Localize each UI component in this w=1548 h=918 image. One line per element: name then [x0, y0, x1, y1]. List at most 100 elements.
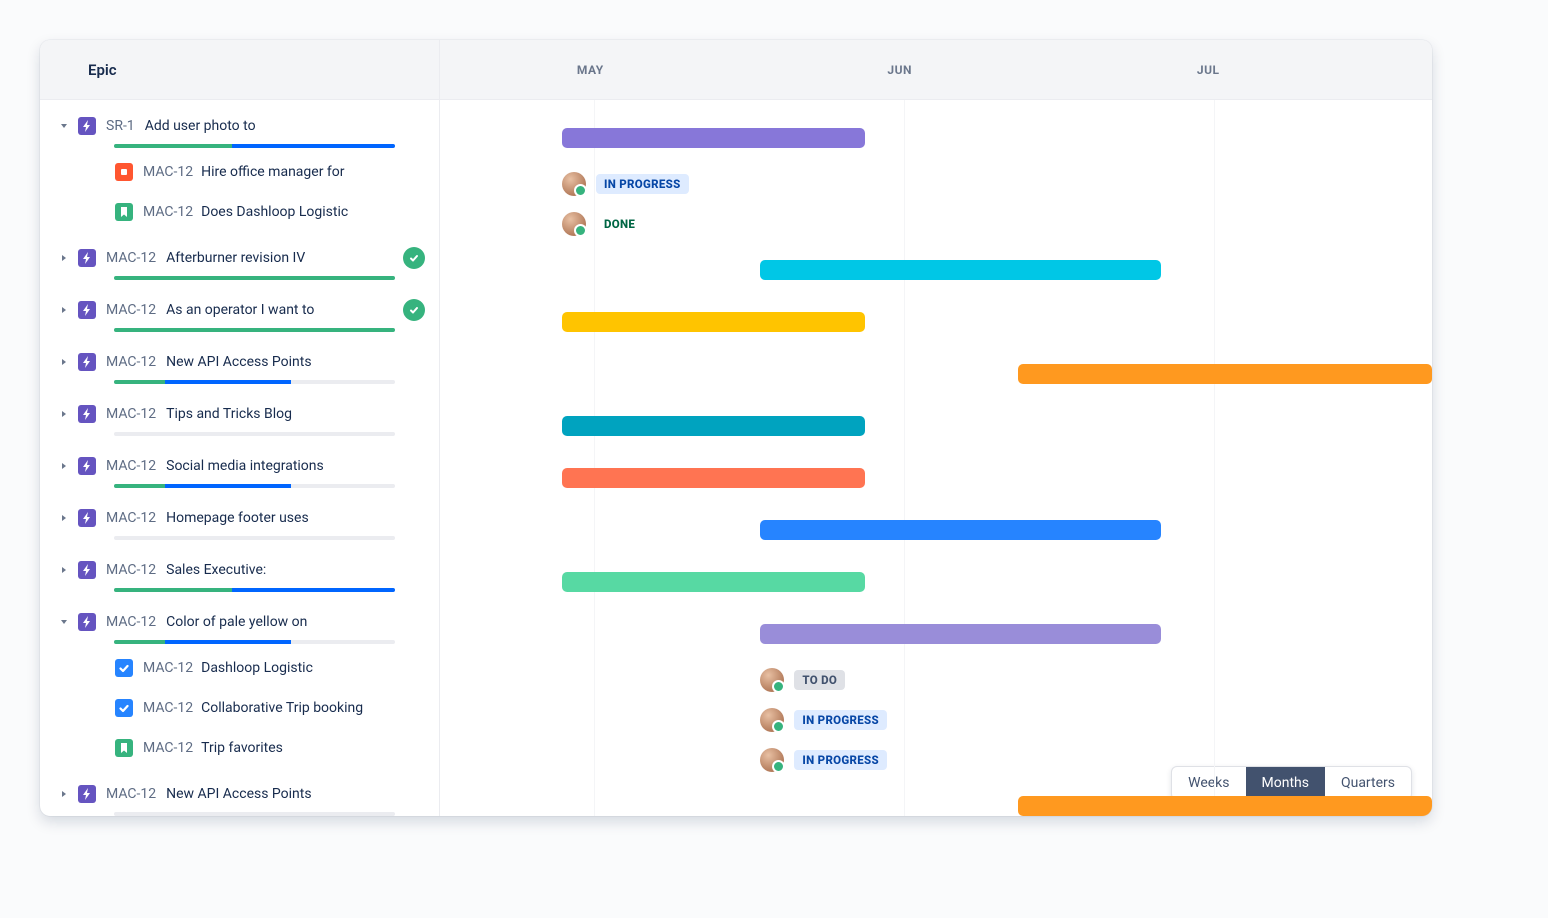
issue-key[interactable]: MAC-12	[143, 164, 193, 180]
assignee-avatar[interactable]	[562, 172, 586, 196]
epic-bar[interactable]	[760, 624, 1161, 644]
progress-bar	[114, 536, 395, 540]
status-chip[interactable]: IN PROGRESS	[596, 174, 689, 194]
issue-key[interactable]: MAC-12	[106, 354, 156, 370]
progress-bar	[114, 640, 395, 644]
epic-type-icon	[78, 353, 96, 371]
status-chip[interactable]: IN PROGRESS	[794, 710, 887, 730]
progress-bar	[114, 276, 395, 280]
assignee-avatar[interactable]	[760, 668, 784, 692]
assignee-avatar[interactable]	[562, 212, 586, 236]
child-issue-row[interactable]: MAC-12 Hire office manager for	[40, 152, 439, 192]
issue-key[interactable]: MAC-12	[106, 614, 156, 630]
issue-key[interactable]: MAC-12	[106, 302, 156, 318]
timeline-header: MAYJUNJUL	[440, 40, 1432, 100]
timeline-lane	[440, 780, 1432, 816]
month-label: JUN	[887, 40, 912, 99]
timeline-lane	[440, 244, 1432, 296]
epic-type-icon	[78, 561, 96, 579]
epic-row[interactable]: MAC-12Sales Executive:	[40, 544, 439, 596]
issue-summary: New API Access Points	[166, 786, 311, 802]
issue-key[interactable]: MAC-12	[143, 740, 193, 756]
bookmark-type-icon	[115, 739, 133, 757]
chevron-right-icon[interactable]	[54, 352, 74, 372]
issue-key[interactable]: MAC-12	[143, 700, 193, 716]
timeline-lane	[440, 556, 1432, 608]
epic-bar[interactable]	[760, 260, 1161, 280]
child-status-group: IN PROGRESS	[760, 708, 887, 732]
epic-bar[interactable]	[562, 572, 865, 592]
timeline-lane	[440, 112, 1432, 164]
child-status-group: IN PROGRESS	[760, 748, 887, 772]
epic-bar[interactable]	[562, 468, 865, 488]
issue-summary: Color of pale yellow on	[166, 614, 307, 630]
assignee-avatar[interactable]	[760, 748, 784, 772]
status-chip[interactable]: TO DO	[794, 670, 845, 690]
epic-row[interactable]: MAC-12Afterburner revision IV	[40, 232, 439, 284]
child-issue-row[interactable]: MAC-12Collaborative Trip booking	[40, 688, 439, 728]
issue-summary: As an operator I want to	[166, 302, 314, 318]
chevron-right-icon[interactable]	[54, 404, 74, 424]
child-issue-row[interactable]: MAC-12 Does Dashloop Logistic	[40, 192, 439, 232]
epic-type-icon	[78, 301, 96, 319]
issue-summary: Add user photo to	[145, 118, 256, 134]
progress-bar	[114, 380, 395, 384]
chevron-right-icon[interactable]	[54, 300, 74, 320]
timeline-lane	[440, 504, 1432, 556]
epic-row[interactable]: MAC-12 New API Access Points	[40, 768, 439, 816]
issue-key[interactable]: MAC-12	[143, 204, 193, 220]
issue-summary: Hire office manager for	[201, 164, 344, 180]
child-issue-row[interactable]: MAC-12 Dashloop Logistic	[40, 648, 439, 688]
chevron-right-icon[interactable]	[54, 456, 74, 476]
issue-key[interactable]: MAC-12	[106, 786, 156, 802]
chevron-right-icon[interactable]	[54, 248, 74, 268]
epic-type-icon	[78, 613, 96, 631]
child-issue-row[interactable]: MAC-12Trip favorites	[40, 728, 439, 768]
status-chip[interactable]: IN PROGRESS	[794, 750, 887, 770]
chevron-down-icon[interactable]	[54, 612, 74, 632]
epic-bar[interactable]	[562, 416, 865, 436]
epic-column-label: Epic	[88, 61, 117, 79]
epic-row[interactable]: SR-1 Add user photo to	[40, 100, 439, 152]
timeline-canvas[interactable]: WeeksMonthsQuarters IN PROGRESSDONETO DO…	[440, 100, 1432, 816]
issue-key[interactable]: MAC-12	[106, 250, 156, 266]
issue-key[interactable]: MAC-12	[106, 510, 156, 526]
timeline-lane	[440, 400, 1432, 452]
issue-summary: Social media integrations	[166, 458, 324, 474]
epic-bar[interactable]	[1018, 364, 1432, 384]
chevron-down-icon[interactable]	[54, 116, 74, 136]
epic-bar[interactable]	[760, 520, 1161, 540]
epic-row[interactable]: MAC-12 New API Access Points	[40, 336, 439, 388]
issue-key[interactable]: MAC-12	[106, 562, 156, 578]
chevron-right-icon[interactable]	[54, 560, 74, 580]
issue-summary: Dashloop Logistic	[201, 660, 313, 676]
timeline-lane	[440, 296, 1432, 348]
epic-bar[interactable]	[1018, 796, 1432, 816]
timeline-lane	[440, 608, 1432, 660]
epic-row[interactable]: MAC-12 As an operator I want to	[40, 284, 439, 336]
epic-type-icon	[78, 405, 96, 423]
progress-bar	[114, 432, 395, 436]
issue-summary: Homepage footer uses	[166, 510, 309, 526]
epic-bar[interactable]	[562, 312, 865, 332]
assignee-avatar[interactable]	[760, 708, 784, 732]
issue-key[interactable]: MAC-12	[106, 406, 156, 422]
epic-bar[interactable]	[562, 128, 865, 148]
issue-summary: Does Dashloop Logistic	[201, 204, 348, 220]
chevron-right-icon[interactable]	[54, 508, 74, 528]
epic-row[interactable]: MAC-12 Color of pale yellow on	[40, 596, 439, 648]
status-chip[interactable]: DONE	[596, 214, 643, 234]
timeline-lane: TO DO	[440, 660, 1432, 700]
epic-type-icon	[78, 117, 96, 135]
issue-key[interactable]: MAC-12	[143, 660, 193, 676]
epic-row[interactable]: MAC-12Tips and Tricks Blog	[40, 388, 439, 440]
timeline-lane: IN PROGRESS	[440, 164, 1432, 204]
epic-row[interactable]: MAC-12 Social media integrations	[40, 440, 439, 492]
issue-summary: New API Access Points	[166, 354, 311, 370]
chevron-right-icon[interactable]	[54, 784, 74, 804]
epic-row[interactable]: MAC-12 Homepage footer uses	[40, 492, 439, 544]
issue-key[interactable]: MAC-12	[106, 458, 156, 474]
child-status-group: DONE	[562, 212, 643, 236]
timeline-lane: DONE	[440, 204, 1432, 244]
issue-key[interactable]: SR-1	[106, 118, 135, 134]
